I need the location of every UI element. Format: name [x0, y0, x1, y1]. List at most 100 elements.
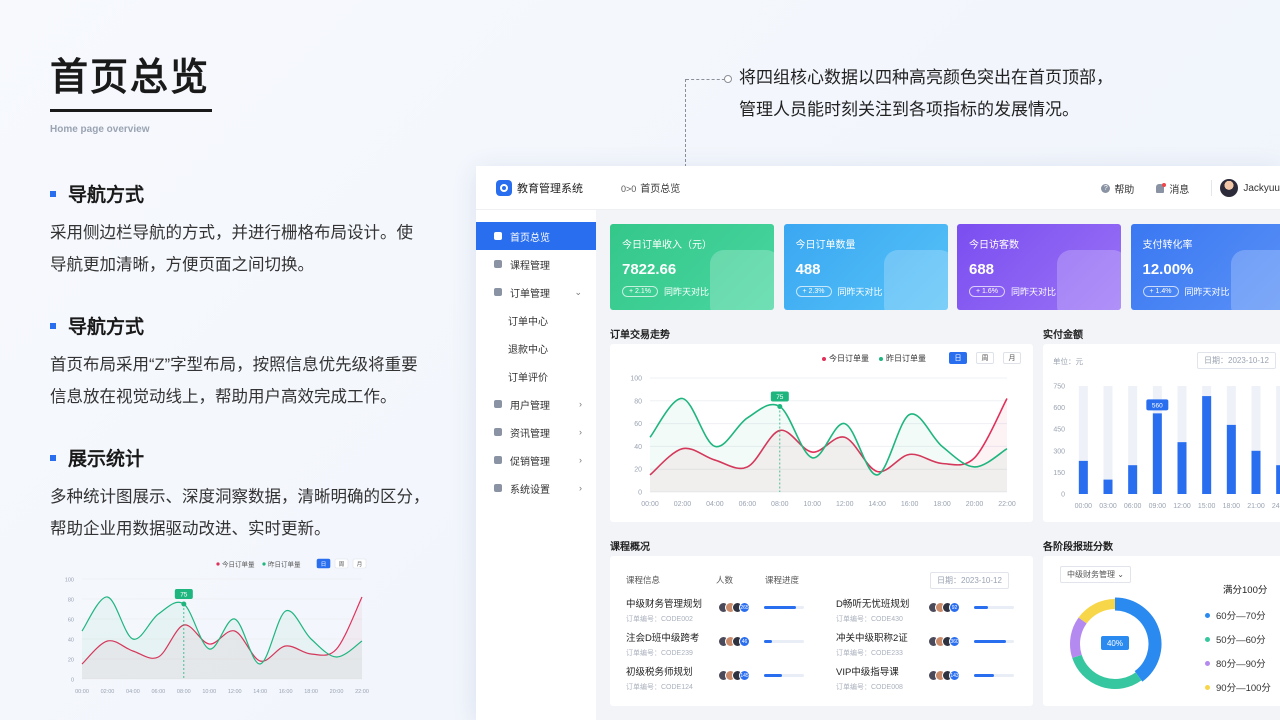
y-tick-label: 150	[1053, 470, 1065, 477]
avatar-group: 92	[928, 602, 960, 613]
card-decoration-icon	[710, 250, 774, 310]
x-tick-label: 06:00	[151, 689, 165, 695]
y-tick-label: 40	[634, 444, 642, 451]
messages-label: 消息	[1169, 184, 1190, 196]
y-tick-label: 80	[68, 598, 74, 604]
x-tick-label: 14:00	[253, 689, 267, 695]
trend-title: 订单交易走势	[610, 330, 670, 341]
donut-center-label: 40%	[1107, 639, 1123, 648]
stat-card[interactable]: 支付转化率 12.00% + 1.4% 同昨天对比	[1130, 224, 1280, 310]
avatar-group: 143	[928, 670, 960, 681]
help-button[interactable]: ? 帮助	[1101, 181, 1134, 196]
home-icon	[494, 232, 502, 240]
sidebar-item-label: 订单管理	[510, 288, 550, 300]
page-subtitle: Home page overview	[50, 124, 150, 135]
user-menu[interactable]: Jackyuu	[1220, 179, 1280, 197]
sidebar-item-label: 订单评价	[508, 372, 548, 384]
y-tick-label: 450	[1053, 427, 1065, 434]
change-badge: + 1.6%	[969, 286, 1005, 297]
stat-card[interactable]: 今日访客数 688 + 1.6% 同昨天对比	[957, 224, 1121, 310]
sidebar-item[interactable]: 资讯管理 ›	[476, 418, 596, 446]
progress-fill	[974, 674, 994, 677]
sidebar-item[interactable]: 系统设置 ›	[476, 474, 596, 502]
stat-card[interactable]: 今日订单数量 488 + 2.3% 同昨天对比	[783, 224, 948, 310]
donut-slice	[1070, 617, 1087, 658]
sidebar-item[interactable]: 用户管理 ›	[476, 390, 596, 418]
section-title: 导航方式	[68, 185, 145, 206]
progress-bar	[764, 640, 804, 643]
x-tick-label: 12:00	[1173, 503, 1191, 510]
legend-dot	[1205, 684, 1210, 690]
avatar-count: 265	[739, 602, 750, 613]
change-badge: + 2.3%	[795, 286, 832, 297]
progress-bar	[974, 606, 1014, 609]
sidebar-item[interactable]: 课程管理	[476, 250, 596, 278]
dashboard-window: 教育管理系统 0>0 首页总览 ? 帮助 消息 Jackyuu 首页总览 课程管理 订单…	[476, 166, 1280, 720]
chevron-icon: ›	[579, 427, 582, 437]
y-tick-label: 750	[1053, 384, 1065, 391]
bar	[1202, 396, 1212, 494]
section-statistics: 展示统计 多种统计图展示、深度洞察数据，清晰明确的区分， 帮助企业用数据驱动改进…	[50, 444, 450, 545]
app-logo-icon	[496, 179, 512, 196]
avatar-count: 145	[739, 670, 750, 681]
breadcrumb-label[interactable]: 首页总览	[640, 184, 680, 195]
bullet-icon	[50, 190, 56, 197]
x-tick-label: 00:00	[1075, 503, 1093, 510]
sidebar-item[interactable]: 订单评价	[476, 362, 596, 390]
progress-fill	[764, 606, 796, 609]
bell-icon	[1156, 182, 1167, 193]
section-text: 信息放在视觉动线上，帮助用户高效完成工作。	[50, 388, 397, 406]
callout-dot	[724, 75, 732, 83]
section-title: 展示统计	[68, 449, 145, 470]
mini-legend: 今日订单量 昨日订单量	[216, 560, 301, 569]
x-tick-label: 04:00	[126, 689, 140, 695]
y-tick-label: 80	[634, 398, 642, 405]
legend-dot	[1205, 612, 1210, 618]
callout-line: 管理人员能时刻关注到各项指标的发展情况。	[739, 100, 1079, 119]
trend-panel: 今日订单量 昨日订单量 日 周 月 0 20 40 60 80 100 00:00 02:00…	[610, 344, 1033, 522]
stat-card[interactable]: 今日订单收入（元） 7822.66 + 2.1% 同昨天对比	[610, 224, 774, 310]
avatar-count: 360	[949, 636, 960, 647]
mini-tab-label: 日	[321, 561, 327, 568]
y-tick-label: 0	[71, 678, 74, 684]
progress-fill	[974, 606, 988, 609]
x-tick-label: 15:00	[1198, 503, 1216, 510]
marker-label: 560	[1152, 402, 1163, 409]
sidebar-item[interactable]: 退款中心	[476, 334, 596, 362]
x-tick-label: 02:00	[674, 501, 692, 508]
courses-title: 课程概况	[610, 542, 650, 553]
x-tick-label: 10:00	[804, 501, 822, 508]
callout: 将四组核心数据以四种高亮颜色突出在首页顶部， 管理人员能时刻关注到各项指标的发展…	[739, 62, 1113, 126]
sidebar-item[interactable]: 订单管理 ⌄	[476, 278, 596, 306]
sidebar-item[interactable]: 首页总览	[476, 222, 596, 250]
marker-label: 75	[776, 394, 784, 401]
avatar	[1220, 179, 1239, 197]
x-tick-label: 18:00	[933, 501, 951, 508]
courses-date-picker[interactable]: 日期：2023-10-12	[930, 572, 1009, 589]
messages-button[interactable]: 消息	[1156, 181, 1189, 196]
y-tick-label: 20	[68, 658, 74, 664]
sidebar-item[interactable]: 订单中心	[476, 306, 596, 334]
scores-title: 各阶段报班分数	[1043, 542, 1113, 553]
avatar-count: 92	[949, 602, 960, 613]
progress-bar	[764, 606, 804, 609]
sidebar-item-label: 退款中心	[508, 344, 548, 356]
breadcrumb-icon: 0>0	[621, 184, 637, 194]
bar	[1276, 465, 1280, 494]
series-area	[82, 596, 362, 679]
chevron-icon: ›	[579, 399, 582, 409]
card-decoration-icon	[1057, 250, 1121, 310]
card-decoration-icon	[1230, 250, 1280, 310]
x-tick-label: 20:00	[966, 501, 984, 508]
avatar-group: 265	[718, 602, 750, 613]
mini-trend-chart: 今日订单量 昨日订单量 日 周 月 0 20 40 60 80 100 00:00 02:00 04:00…	[65, 558, 369, 695]
card-label: 今日访客数	[969, 240, 1019, 251]
bullet-icon	[50, 322, 56, 329]
compare-label: 同昨天对比	[1184, 287, 1230, 297]
data-point	[181, 601, 187, 607]
score-legend-item: 80分—90分	[1205, 656, 1266, 670]
bar	[1177, 442, 1187, 494]
sidebar-item[interactable]: 促销管理 ›	[476, 446, 596, 474]
x-tick-label: 10:00	[202, 689, 216, 695]
x-tick-label: 20:00	[330, 689, 344, 695]
